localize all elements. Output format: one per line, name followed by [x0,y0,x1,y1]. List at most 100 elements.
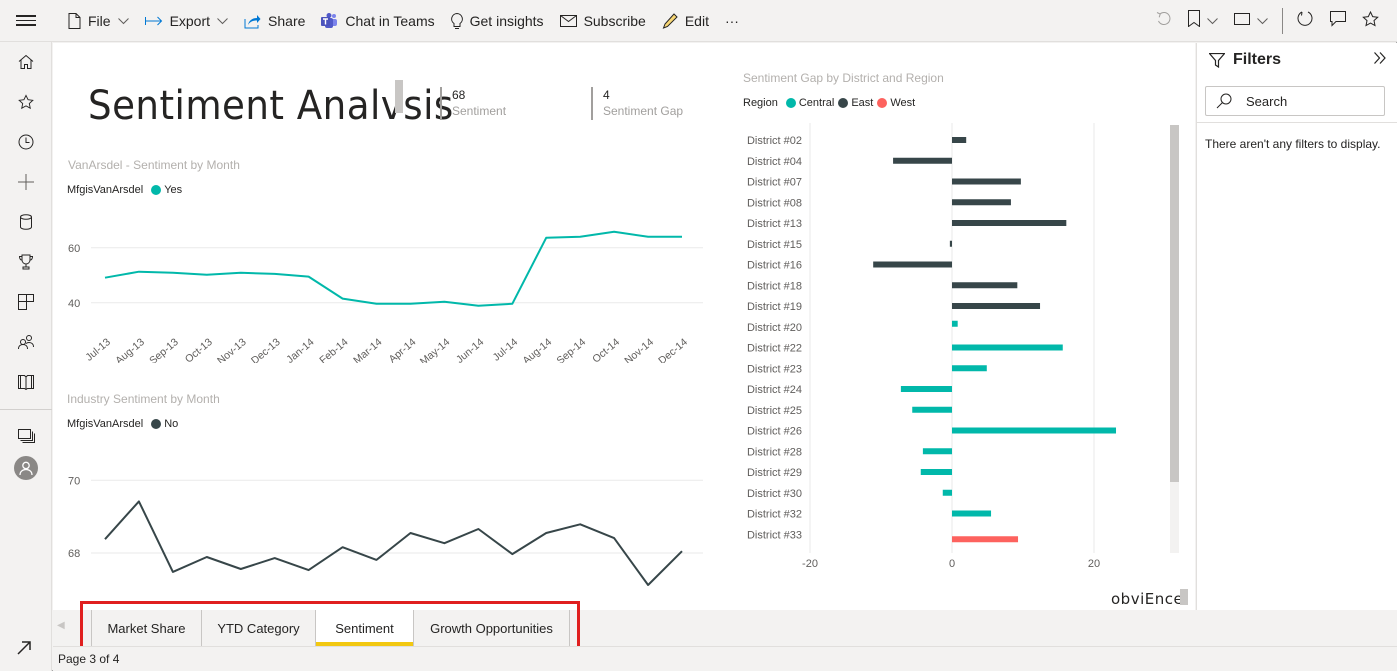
home-icon[interactable] [14,50,38,74]
brand-accent-bar [1180,589,1188,605]
category-label: District #32 [747,509,802,521]
category-label: District #19 [747,301,802,313]
tab-market-share[interactable]: Market Share [92,610,202,646]
view-icon [1234,12,1250,30]
toolbar-divider [1282,8,1283,34]
bar-district-23 [952,365,987,372]
view-button[interactable] [1226,0,1276,42]
datasets-cylinder-icon[interactable] [14,210,38,234]
x-tick-label: Dec-13 [249,336,283,363]
bar-district-32 [952,510,992,517]
kpi-card-sentiment-gap[interactable]: 4 Sentiment Gap [591,87,683,120]
x-tick-label: Aug-13 [113,336,147,363]
bar-district-04 [893,157,952,164]
favorite-button[interactable] [1354,0,1387,42]
industry-chart-title: Industry Sentiment by Month [67,392,220,406]
export-label: Export [169,13,211,29]
scrollbar-thumb[interactable] [1170,125,1179,482]
x-tick-label: Aug-14 [521,336,555,363]
tab-label: Growth Opportunities [430,620,553,636]
apps-icon[interactable] [14,290,38,314]
export-menu-button[interactable]: Export [137,0,236,42]
x-tick-label: Apr-14 [387,336,419,363]
chevron-down-icon [117,17,129,25]
industry-legend: MfgisVanArsdel No [67,418,178,430]
y-tick-label: 68 [68,548,80,560]
gap-chart-title: Sentiment Gap by District and Region [743,71,944,85]
legend-title: MfgisVanArsdel [67,418,144,430]
gap-chart-scrollbar[interactable] [1170,125,1179,553]
legend-item-central[interactable]: Central [799,97,834,109]
legend-item-yes[interactable]: Yes [164,184,182,196]
vanarsdel-legend: MfgisVanArsdel Yes [67,184,182,196]
more-options-button[interactable]: ··· [717,0,747,42]
goals-trophy-icon[interactable] [14,250,38,274]
comment-button[interactable] [1322,0,1354,42]
bar-district-20 [952,320,958,327]
brand-logo-text: obviEnce [1111,590,1184,608]
edit-button[interactable]: Edit [654,0,717,42]
account-avatar-icon[interactable] [14,456,38,480]
category-label: District #20 [747,322,802,334]
filters-divider [1197,122,1397,123]
refresh-button[interactable] [1289,0,1322,42]
learn-book-icon[interactable] [14,370,38,394]
subscribe-button[interactable]: Subscribe [552,0,654,42]
page-tabs-bar: ◀ Market Share YTD Category Sentiment Gr… [53,610,1397,646]
page-indicator: Page 3 of 4 [58,652,120,666]
filters-header: Filters [1209,51,1281,69]
bookmark-icon [1188,10,1200,32]
x-tick-label: Oct-14 [590,336,622,363]
share-button[interactable]: Share [236,0,313,42]
tab-growth-opportunities[interactable]: Growth Opportunities [414,610,570,646]
category-label: District #13 [747,218,802,230]
collapse-filters-chevron-icon[interactable] [1373,51,1387,70]
category-label: District #18 [747,280,802,292]
chevron-down-icon [1257,17,1268,25]
shared-people-icon[interactable] [14,330,38,354]
x-tick-label: 0 [949,558,955,570]
category-label: District #33 [747,529,802,541]
bar-district-33 [952,536,1019,543]
status-bar: Page 3 of 4 [53,646,1397,671]
bar-district-28 [922,448,952,455]
legend-item-no[interactable]: No [164,418,178,430]
y-tick-label: 70 [68,475,80,487]
category-label: District #22 [747,343,802,355]
hamburger-icon[interactable] [16,12,36,30]
recent-clock-icon[interactable] [14,130,38,154]
tab-sentiment[interactable]: Sentiment [316,610,414,646]
reset-button[interactable] [1148,0,1180,42]
x-tick-label: May-14 [418,336,453,363]
vanarsdel-line-chart[interactable]: 40 60 Jul-13 Aug-13 Sep-13 Oct-13 Nov-13 Dec-13… [53,203,713,363]
legend-item-east[interactable]: East [851,97,873,109]
x-tick-label: Jan-14 [284,336,316,363]
workspaces-icon[interactable] [14,425,38,449]
bar-district-08 [952,199,1011,206]
kpi-card-sentiment[interactable]: 68 Sentiment [440,87,506,120]
title-accent-bar [395,80,403,113]
legend-title: Region [743,97,778,109]
filters-search-input[interactable]: Search [1205,86,1385,116]
chat-in-teams-button[interactable]: Chat in Teams [313,0,442,42]
industry-line-chart[interactable]: 6870Jul-13Aug-13Sep-13Oct-13Nov-13Dec-13… [53,433,713,593]
edit-label: Edit [684,13,709,29]
gap-bar-chart[interactable]: -20 0 20 District #02 District #04 District #… [733,123,1173,573]
category-label: District #08 [747,197,802,209]
category-label: District #23 [747,363,802,375]
favorites-star-icon[interactable] [14,90,38,114]
more-options-icon: ··· [724,13,739,29]
pencil-icon [662,13,678,29]
get-insights-button[interactable]: Get insights [443,0,552,42]
gap-legend: Region Central East West [743,97,915,109]
tab-scroll-left-icon[interactable]: ◀ [57,620,65,631]
file-menu-button[interactable]: File [60,0,137,42]
bar-district-26 [952,427,1117,434]
tab-label: YTD Category [217,620,300,636]
expand-diagonal-arrow-icon[interactable] [16,640,32,661]
y-tick-label: 60 [68,243,80,255]
bookmark-button[interactable] [1180,0,1226,42]
legend-item-west[interactable]: West [890,97,915,109]
create-plus-icon[interactable] [14,170,38,194]
tab-ytd-category[interactable]: YTD Category [202,610,316,646]
